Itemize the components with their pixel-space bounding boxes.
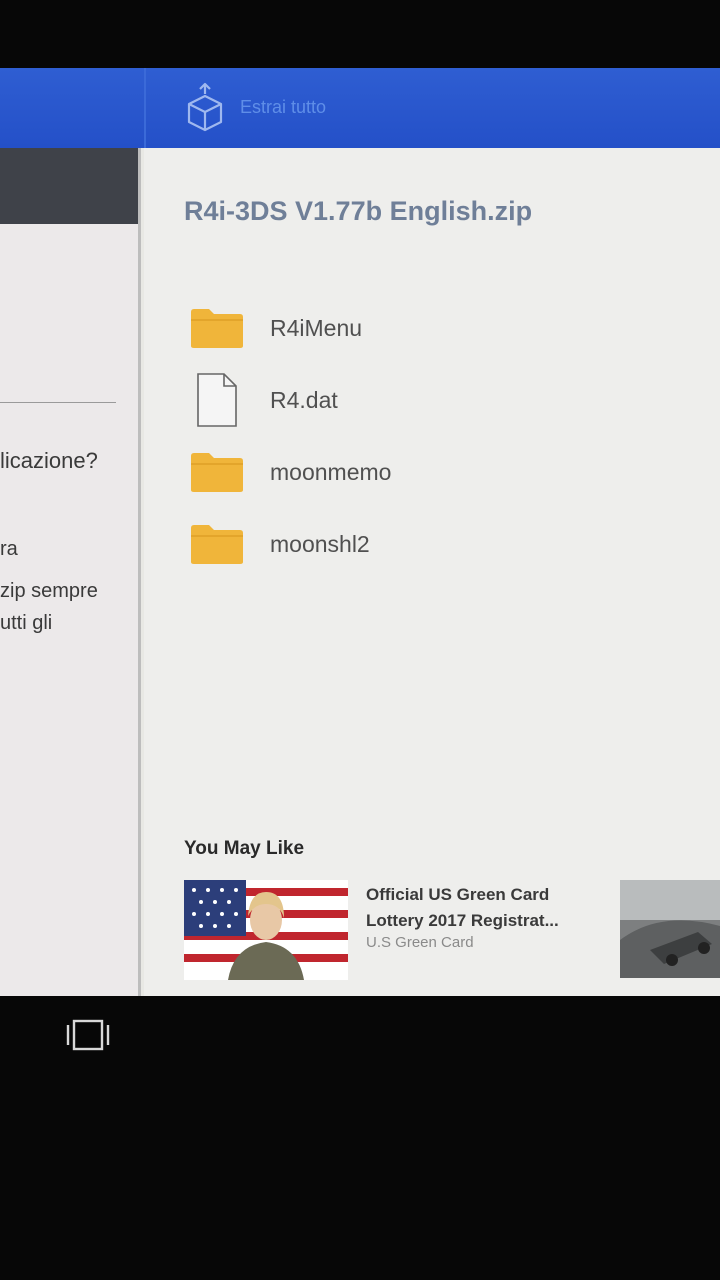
ad-thumbnail-second[interactable] bbox=[620, 880, 720, 978]
left-panel-option-text: zip sempre bbox=[0, 580, 98, 602]
left-panel-header bbox=[0, 148, 140, 224]
ad-headline-line: Official US Green Card bbox=[366, 885, 550, 904]
toolbar-divider bbox=[144, 68, 146, 148]
left-panel-option-text: utti gli bbox=[0, 612, 53, 634]
item-name: moonmemo bbox=[270, 458, 392, 485]
archive-title: R4i-3DS V1.77b English.zip bbox=[184, 196, 533, 226]
ad-source: U.S Green Card bbox=[366, 934, 474, 951]
item-name: R4.dat bbox=[270, 386, 338, 413]
ad-headline-line: Lottery 2017 Registrat... bbox=[366, 911, 559, 930]
list-item-folder[interactable]: moonshl2 bbox=[190, 516, 670, 572]
box-icon bbox=[187, 82, 223, 132]
left-panel-question: licazione? bbox=[0, 448, 98, 473]
folder-icon bbox=[190, 444, 244, 500]
item-name: moonshl2 bbox=[270, 530, 370, 557]
item-name: R4iMenu bbox=[270, 314, 363, 341]
left-panel-divider bbox=[0, 402, 116, 403]
folder-icon bbox=[190, 516, 244, 572]
extract-all-button[interactable]: Estrai tutto bbox=[184, 82, 384, 132]
list-item-file[interactable]: R4.dat bbox=[190, 372, 670, 428]
task-view-icon[interactable] bbox=[64, 1018, 112, 1052]
left-panel-option: ra bbox=[0, 538, 18, 560]
pane-splitter[interactable] bbox=[138, 148, 141, 996]
list-item-folder[interactable]: moonmemo bbox=[190, 444, 670, 500]
folder-icon bbox=[190, 300, 244, 356]
you-may-like-heading: You May Like bbox=[184, 838, 305, 859]
file-icon bbox=[190, 372, 244, 428]
ad-headline[interactable]: Official US Green Card Lottery 2017 Regi… bbox=[366, 882, 602, 934]
top-toolbar: Estrai tutto bbox=[0, 68, 720, 148]
ad-thumbnail[interactable] bbox=[184, 880, 348, 980]
list-item-folder[interactable]: R4iMenu bbox=[190, 300, 670, 356]
archive-panel: R4i-3DS V1.77b English.zip R4iMenu R4.da… bbox=[144, 148, 720, 996]
left-panel: licazione? ra zip sempre utti gli bbox=[0, 148, 140, 996]
extract-all-label: Estrai tutto bbox=[240, 96, 327, 117]
app-window: Estrai tutto licazione? ra zip sempre ut… bbox=[0, 68, 720, 996]
